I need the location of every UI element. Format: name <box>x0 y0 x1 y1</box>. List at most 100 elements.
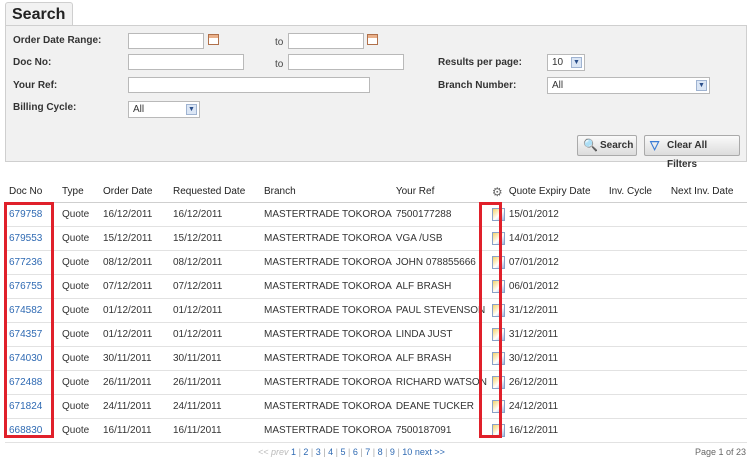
type-cell: Quote <box>58 394 99 419</box>
table-row[interactable]: 679553 Quote 15/12/2011 15/12/2011 MASTERTRA… <box>5 226 747 251</box>
pager-page-link[interactable]: 10 <box>402 447 412 457</box>
branch-cell: MASTERTRADE TOKOROA <box>260 418 392 443</box>
table-row[interactable]: 671824 Quote 24/11/2011 24/11/2011 MASTERTRA… <box>5 394 747 419</box>
col-settings[interactable]: ⚙ <box>487 181 505 203</box>
order-date-from-input[interactable] <box>128 33 204 49</box>
order-date-cell: 15/12/2011 <box>99 226 169 251</box>
col-branch[interactable]: Branch <box>260 181 392 203</box>
next-inv-date-cell <box>666 250 747 275</box>
requested-date-cell: 16/11/2011 <box>169 418 260 443</box>
pager-next[interactable]: next >> <box>415 447 445 457</box>
your-ref-cell: 7500187091 <box>391 418 488 443</box>
table-row[interactable]: 679758 Quote 16/12/2011 16/12/2011 MASTERTRA… <box>5 202 747 227</box>
order-date-cell: 24/11/2011 <box>99 394 169 419</box>
clear-all-filters-button[interactable]: ▽ Clear All Filters <box>644 135 740 170</box>
billing-cycle-value: All <box>133 104 145 115</box>
chevron-down-icon: ▼ <box>696 80 707 91</box>
your-ref-input[interactable] <box>128 77 370 93</box>
branch-number-label: Branch Number: <box>438 80 517 91</box>
next-inv-date-cell <box>666 394 747 419</box>
table-header-row: Doc No Type Order Date Requested Date Br… <box>5 181 747 203</box>
order-date-cell: 07/12/2011 <box>99 274 169 299</box>
inv-cycle-cell <box>604 370 667 395</box>
table-row[interactable]: 674357 Quote 01/12/2011 01/12/2011 MASTERTRA… <box>5 322 747 347</box>
pager-prev: << prev <box>258 447 289 457</box>
your-ref-label: Your Ref: <box>13 80 58 91</box>
calendar-icon[interactable] <box>208 34 219 45</box>
billing-cycle-select[interactable]: All ▼ <box>128 101 200 118</box>
branch-cell: MASTERTRADE TOKOROA <box>260 274 392 299</box>
inv-cycle-cell <box>604 274 667 299</box>
branch-cell: MASTERTRADE TOKOROA <box>260 394 392 419</box>
next-inv-date-cell <box>666 322 747 347</box>
order-date-cell: 26/11/2011 <box>99 370 169 395</box>
branch-cell: MASTERTRADE TOKOROA <box>260 370 392 395</box>
inv-cycle-cell <box>604 346 667 371</box>
col-quote-expiry-date[interactable]: Quote Expiry Date <box>504 181 605 203</box>
results-table: Doc No Type Order Date Requested Date Br… <box>5 181 747 443</box>
results-per-page-select[interactable]: 10 ▼ <box>547 54 585 71</box>
order-date-cell: 16/11/2011 <box>99 418 169 443</box>
requested-date-cell: 01/12/2011 <box>169 322 260 347</box>
doc-no-highlight <box>4 202 54 438</box>
table-row[interactable]: 668830 Quote 16/11/2011 16/11/2011 MASTERTRA… <box>5 418 747 443</box>
search-button-label: Search <box>600 140 634 151</box>
col-next-inv-date[interactable]: Next Inv. Date <box>666 181 747 203</box>
table-row[interactable]: 672488 Quote 26/11/2011 26/11/2011 MASTERTRA… <box>5 370 747 395</box>
requested-date-cell: 08/12/2011 <box>169 250 260 275</box>
inv-cycle-cell <box>604 394 667 419</box>
next-inv-date-cell <box>666 202 747 227</box>
next-inv-date-cell <box>666 298 747 323</box>
branch-cell: MASTERTRADE TOKOROA <box>260 322 392 347</box>
inv-cycle-cell <box>604 226 667 251</box>
search-button[interactable]: 🔍 Search <box>577 135 637 156</box>
branch-number-select[interactable]: All ▼ <box>547 77 710 94</box>
requested-date-cell: 15/12/2011 <box>169 226 260 251</box>
table-row[interactable]: 674030 Quote 30/11/2011 30/11/2011 MASTERTRA… <box>5 346 747 371</box>
col-order-date[interactable]: Order Date <box>99 181 169 203</box>
chevron-down-icon: ▼ <box>186 104 197 115</box>
type-cell: Quote <box>58 346 99 371</box>
col-type[interactable]: Type <box>58 181 99 203</box>
quote-expiry-cell: 30/12/2011 <box>504 346 605 371</box>
table-row[interactable]: 676755 Quote 07/12/2011 07/12/2011 MASTERTRA… <box>5 274 747 299</box>
chevron-down-icon: ▼ <box>571 57 582 68</box>
search-tab: Search <box>5 2 73 26</box>
branch-cell: MASTERTRADE TOKOROA <box>260 226 392 251</box>
doc-no-to-input[interactable] <box>288 54 404 70</box>
col-your-ref[interactable]: Your Ref <box>391 181 488 203</box>
col-doc-no[interactable]: Doc No <box>5 181 58 203</box>
doc-no-from-input[interactable] <box>128 54 244 70</box>
billing-cycle-label: Billing Cycle: <box>13 102 77 113</box>
to-label: to <box>275 59 284 70</box>
your-ref-cell: LINDA JUST <box>391 322 488 347</box>
page-of-label: Page 1 of 23 <box>694 447 746 457</box>
col-requested-date[interactable]: Requested Date <box>169 181 260 203</box>
inv-cycle-cell <box>604 418 667 443</box>
requested-date-cell: 16/12/2011 <box>169 202 260 227</box>
branch-cell: MASTERTRADE TOKOROA <box>260 202 392 227</box>
magnifier-icon: 🔍 <box>583 138 598 152</box>
order-date-to-input[interactable] <box>288 33 364 49</box>
table-row[interactable]: 674582 Quote 01/12/2011 01/12/2011 MASTERTRA… <box>5 298 747 323</box>
type-cell: Quote <box>58 322 99 347</box>
calendar-icon[interactable] <box>367 34 378 45</box>
your-ref-cell: DEANE TUCKER <box>391 394 488 419</box>
requested-date-cell: 24/11/2011 <box>169 394 260 419</box>
requested-date-cell: 07/12/2011 <box>169 274 260 299</box>
next-inv-date-cell <box>666 274 747 299</box>
quote-expiry-cell: 07/01/2012 <box>504 250 605 275</box>
quote-expiry-cell: 26/12/2011 <box>504 370 605 395</box>
type-cell: Quote <box>58 418 99 443</box>
requested-date-cell: 01/12/2011 <box>169 298 260 323</box>
order-date-cell: 30/11/2011 <box>99 346 169 371</box>
col-inv-cycle[interactable]: Inv. Cycle <box>604 181 667 203</box>
branch-cell: MASTERTRADE TOKOROA <box>260 298 392 323</box>
table-row[interactable]: 677236 Quote 08/12/2011 08/12/2011 MASTERTRA… <box>5 250 747 275</box>
type-cell: Quote <box>58 370 99 395</box>
gear-icon[interactable]: ⚙ <box>492 185 503 199</box>
type-cell: Quote <box>58 298 99 323</box>
quote-expiry-cell: 31/12/2011 <box>504 322 605 347</box>
results-per-page-value: 10 <box>552 57 564 68</box>
quote-expiry-cell: 24/12/2011 <box>504 394 605 419</box>
